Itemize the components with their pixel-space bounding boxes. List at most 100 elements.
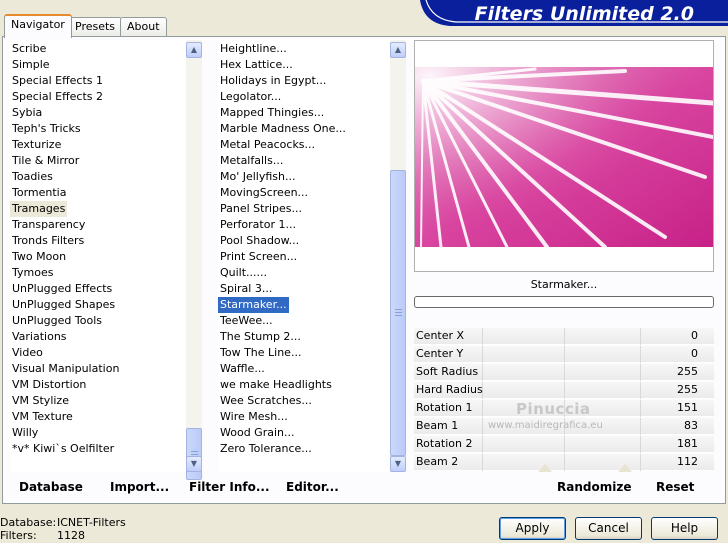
list-item[interactable]: Variations [10, 329, 69, 345]
list-item[interactable]: Teph's Tricks [10, 121, 83, 137]
list-item[interactable]: we make Headlights [218, 377, 334, 393]
list-item[interactable]: Willy [10, 425, 40, 441]
parameter-row[interactable]: Center X 0 [414, 328, 714, 345]
status-database-label: Database: [0, 516, 57, 529]
list-item[interactable]: TeeWee... [218, 313, 275, 329]
list-item[interactable]: Heightline... [218, 41, 289, 57]
list-item[interactable]: Scribe [10, 41, 48, 57]
parameter-value: 112 [677, 455, 698, 468]
filter-info-link[interactable]: Filter Info... [189, 480, 270, 494]
scroll-down-icon[interactable]: ▼ [186, 456, 202, 472]
slider-knob[interactable] [618, 464, 632, 472]
list-item[interactable]: Metalfalls... [218, 153, 285, 169]
list-item[interactable]: Tormentia [10, 185, 68, 201]
list-item[interactable]: Hex Lattice... [218, 57, 295, 73]
watermark-text: Pinuccia [516, 400, 591, 418]
list-item[interactable]: Pool Shadow... [218, 233, 301, 249]
editor-link[interactable]: Editor... [286, 480, 339, 494]
parameter-row[interactable]: Beam 2 112 [414, 454, 714, 472]
slider-knob[interactable] [538, 464, 552, 472]
list-item[interactable]: Transparency [10, 217, 87, 233]
list-item[interactable]: Simple [10, 57, 52, 73]
import-link[interactable]: Import... [110, 480, 169, 494]
list-item[interactable]: Texturize [10, 137, 63, 153]
list-item[interactable]: Tramages [10, 201, 68, 217]
list-item[interactable]: Metal Peacocks... [218, 137, 317, 153]
list-item[interactable]: VM Distortion [10, 377, 88, 393]
parameter-value: 181 [677, 437, 698, 450]
randomize-link[interactable]: Randomize [557, 480, 631, 494]
list-item[interactable]: Perforator 1... [218, 217, 298, 233]
list-item[interactable]: Video [10, 345, 45, 361]
tab-navigator[interactable]: Navigator [4, 14, 72, 38]
list-item[interactable]: Sybia [10, 105, 44, 121]
parameter-row[interactable]: Center Y 0 [414, 346, 714, 363]
scroll-down-icon[interactable]: ▼ [390, 456, 406, 472]
parameter-label: Rotation 1 [416, 401, 473, 414]
list-item[interactable]: Quilt...... [218, 265, 269, 281]
list-item[interactable]: Legolator... [218, 89, 283, 105]
list-item[interactable]: MovingScreen... [218, 185, 310, 201]
category-scroll-thumb[interactable] [186, 428, 202, 480]
list-item[interactable]: Toadies [10, 169, 55, 185]
list-item[interactable]: VM Texture [10, 409, 75, 425]
list-item[interactable]: VM Stylize [10, 393, 71, 409]
category-list[interactable]: Scribe Simple Special Effects 1 Special Eff… [10, 40, 186, 472]
list-item[interactable]: Print Screen... [218, 249, 299, 265]
parameter-label: Center Y [416, 347, 464, 360]
list-item[interactable]: Tow The Line... [218, 345, 303, 361]
filter-scroll-thumb[interactable] [390, 170, 406, 456]
status-filters-value: 1128 [57, 529, 85, 542]
parameter-label: Beam 2 [416, 455, 459, 468]
list-item[interactable]: Visual Manipulation [10, 361, 121, 377]
list-item[interactable]: Wire Mesh... [218, 409, 290, 425]
reset-link[interactable]: Reset [656, 480, 694, 494]
scroll-up-icon[interactable]: ▲ [390, 42, 406, 58]
parameter-label: Rotation 2 [416, 437, 473, 450]
parameter-label: Beam 1 [416, 419, 459, 432]
list-item[interactable]: Tronds Filters [10, 233, 86, 249]
database-link[interactable]: Database [19, 480, 83, 494]
list-item[interactable]: Special Effects 2 [10, 89, 105, 105]
tab-presets[interactable]: Presets [68, 17, 123, 37]
list-item[interactable]: Mo' Jellyfish... [218, 169, 298, 185]
list-item[interactable]: UnPlugged Shapes [10, 297, 117, 313]
selected-filter-name: Starmaker... [530, 278, 598, 291]
filter-list[interactable]: Heightline... Hex Lattice... Holidays in E… [218, 40, 390, 472]
list-item[interactable]: Tymoes [10, 265, 55, 281]
help-button[interactable]: Help [651, 517, 718, 540]
app-title: Filters Unlimited 2.0 [474, 3, 694, 25]
parameter-row[interactable]: Hard Radius 255 [414, 382, 714, 399]
list-item[interactable]: Mapped Thingies... [218, 105, 326, 121]
list-item[interactable]: Wood Grain... [218, 425, 296, 441]
list-item[interactable]: Zero Tolerance... [218, 441, 314, 457]
list-item[interactable]: Tile & Mirror [10, 153, 81, 169]
list-item[interactable]: Marble Madness One... [218, 121, 348, 137]
tab-about[interactable]: About [120, 17, 167, 37]
filter-scrollbar[interactable]: ▲ ▼ [390, 40, 406, 472]
list-item[interactable]: *v* Kiwi`s Oelfilter [10, 441, 116, 457]
list-item[interactable]: Waffle... [218, 361, 267, 377]
list-item[interactable]: Special Effects 1 [10, 73, 105, 89]
cancel-button[interactable]: Cancel [575, 517, 642, 540]
list-item[interactable]: UnPlugged Effects [10, 281, 114, 297]
list-item[interactable]: Two Moon [10, 249, 68, 265]
scroll-up-icon[interactable]: ▲ [186, 42, 202, 58]
list-item[interactable]: Panel Stripes... [218, 201, 304, 217]
list-item[interactable]: UnPlugged Tools [10, 313, 104, 329]
parameter-value: 83 [684, 419, 698, 432]
category-scrollbar[interactable]: ▲ ▼ [186, 40, 202, 480]
status-filters-label: Filters: [0, 529, 37, 542]
parameter-row[interactable]: Soft Radius 255 [414, 364, 714, 381]
list-item[interactable]: The Stump 2... [218, 329, 303, 345]
list-item[interactable]: Wee Scratches... [218, 393, 314, 409]
parameter-value: 0 [691, 329, 698, 342]
list-item[interactable]: Holidays in Egypt... [218, 73, 328, 89]
parameter-row[interactable]: Rotation 2 181 [414, 436, 714, 453]
apply-button[interactable]: Apply [499, 517, 566, 540]
parameter-value: 151 [677, 401, 698, 414]
status-database: Database: ICNET-Filters [0, 516, 126, 529]
starmaker-preview-image [415, 67, 716, 249]
list-item[interactable]: Spiral 3... [218, 281, 274, 297]
list-item[interactable]: Starmaker... [218, 296, 290, 314]
